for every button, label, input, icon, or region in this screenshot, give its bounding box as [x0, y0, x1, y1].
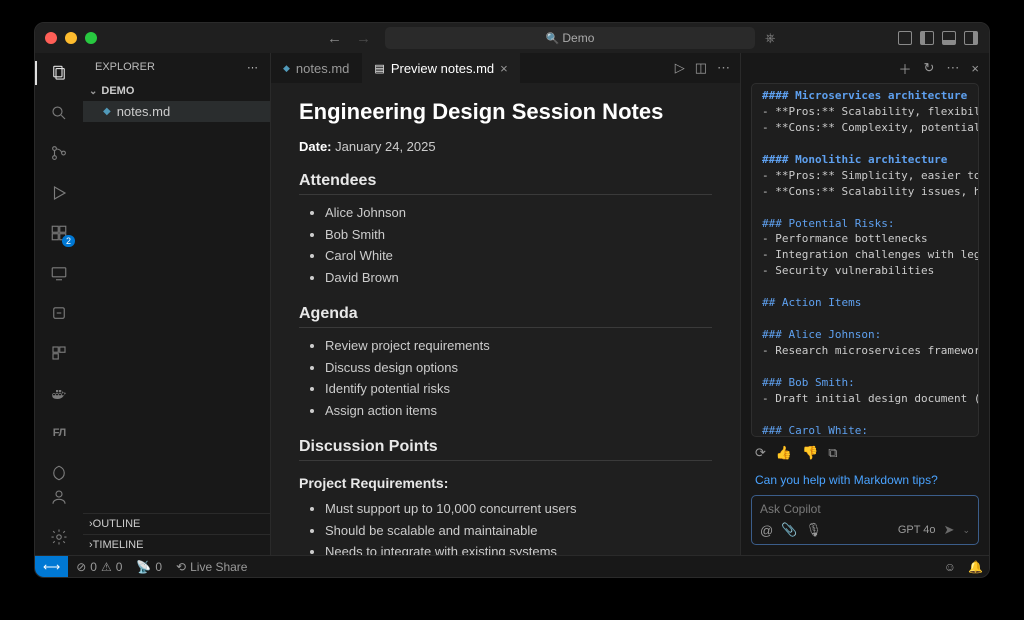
tab-preview-notes[interactable]: ▤ Preview notes.md × [362, 53, 520, 83]
copy-icon[interactable]: ⧉ [828, 445, 837, 461]
live-share-icon[interactable] [47, 461, 71, 485]
extensions-badge: 2 [62, 235, 75, 247]
attendees-list: Alice Johnson Bob Smith Carol White Davi… [325, 203, 712, 287]
status-problems[interactable]: ⊘0 ⚠0 [76, 560, 122, 574]
chevron-down-icon: ⌄ [89, 86, 97, 97]
new-chat-icon[interactable]: ＋ [898, 59, 911, 78]
titlebar: ← → 🔍 Demo ⎈ [35, 23, 989, 53]
docker-icon[interactable] [47, 381, 71, 405]
refresh-icon[interactable]: ⟳ [755, 445, 766, 461]
nav-back-icon[interactable]: ← [327, 30, 342, 47]
send-icon[interactable]: ➤ [944, 522, 955, 538]
remote-explorer-icon[interactable] [47, 261, 71, 285]
split-editor-icon[interactable]: ◫ [695, 60, 707, 76]
thumbs-down-icon[interactable]: 👎 [802, 445, 818, 461]
mention-icon[interactable]: @ [760, 523, 773, 538]
chat-suggestion[interactable]: Can you help with Markdown tips? [741, 469, 989, 491]
outline-section[interactable]: › OUTLINE [83, 513, 270, 534]
timeline-section[interactable]: › TIMELINE [83, 534, 270, 555]
copilot-panel: ＋ ↻ ⋯ × #### Microservices architecture … [741, 53, 989, 555]
agenda-list: Review project requirements Discuss desi… [325, 336, 712, 420]
status-ports[interactable]: 📡0 [136, 560, 162, 574]
history-icon[interactable]: ↻ [924, 60, 935, 76]
attendees-heading: Attendees [299, 172, 712, 195]
activity-bar: 2 FЛ [35, 53, 83, 555]
run-debug-icon[interactable] [47, 181, 71, 205]
status-live-share[interactable]: ⟲Live Share [176, 560, 247, 574]
remote-indicator[interactable]: ⟷ [35, 556, 68, 578]
figma-icon[interactable]: FЛ [47, 421, 71, 445]
ports-icon: 📡 [136, 560, 151, 574]
error-icon: ⊘ [76, 560, 86, 574]
markdown-file-icon: ◆ [283, 63, 290, 74]
toggle-sidebar-left-icon[interactable] [919, 30, 935, 46]
status-bar: ⟷ ⊘0 ⚠0 📡0 ⟲Live Share ☺ 🔔 [35, 555, 989, 577]
extensions-icon[interactable]: 2 [47, 221, 71, 245]
project-folder[interactable]: ⌄ DEMO [83, 81, 270, 101]
chat-code-preview: #### Microservices architecture - **Pros… [751, 83, 979, 437]
mic-icon[interactable]: 🎙 [805, 522, 822, 538]
chat-more-icon[interactable]: ⋯ [946, 60, 959, 76]
more-actions-icon[interactable]: ⋯ [717, 60, 730, 76]
markdown-preview[interactable]: Engineering Design Session Notes Date: J… [271, 83, 740, 555]
layout-customize-icon[interactable] [897, 30, 913, 46]
containers-icon[interactable] [47, 341, 71, 365]
copilot-icon[interactable]: ⎈ [765, 30, 775, 46]
agenda-heading: Agenda [299, 305, 712, 328]
file-notes-md[interactable]: ◆ notes.md [83, 101, 270, 122]
settings-gear-icon[interactable] [47, 525, 71, 549]
sidebar-title: EXPLORER [95, 61, 155, 73]
window-close[interactable] [45, 32, 57, 44]
command-center[interactable]: 🔍 Demo [385, 27, 755, 49]
toggle-sidebar-right-icon[interactable] [963, 30, 979, 46]
warning-icon: ⚠ [101, 560, 112, 574]
explorer-sidebar: EXPLORER ⋯ ⌄ DEMO ◆ notes.md › OUTLINE ›… [83, 53, 271, 555]
preview-icon: ▤ [374, 62, 384, 75]
search-icon[interactable] [47, 101, 71, 125]
editor-tabs: ◆ notes.md ▤ Preview notes.md × ▷ ◫ ⋯ [271, 53, 740, 83]
nav-forward-icon[interactable]: → [356, 30, 371, 47]
chat-input[interactable]: Ask Copilot @ 📎 🎙 GPT 4o ➤ ⌄ [751, 495, 979, 545]
requirements-heading: Project Requirements: [299, 475, 712, 491]
run-icon[interactable]: ▷ [675, 60, 685, 76]
model-selector[interactable]: GPT 4o [898, 524, 936, 536]
notifications-icon[interactable]: 🔔 [968, 560, 983, 574]
testing-icon[interactable] [47, 301, 71, 325]
markdown-file-icon: ◆ [103, 106, 111, 117]
attach-icon[interactable]: 📎 [781, 522, 797, 538]
live-share-icon: ⟲ [176, 560, 186, 574]
source-control-icon[interactable] [47, 141, 71, 165]
accounts-icon[interactable] [47, 485, 71, 509]
sidebar-more-icon[interactable]: ⋯ [247, 61, 258, 74]
remote-icon: ⟷ [43, 560, 60, 574]
discussion-heading: Discussion Points [299, 438, 712, 461]
close-icon[interactable]: × [500, 61, 508, 76]
thumbs-up-icon[interactable]: 👍 [776, 445, 792, 461]
doc-title: Engineering Design Session Notes [299, 99, 712, 125]
toggle-panel-icon[interactable] [941, 30, 957, 46]
feedback-icon[interactable]: ☺ [944, 560, 956, 574]
window-title: Demo [562, 31, 594, 45]
window-minimize[interactable] [65, 32, 77, 44]
tab-source-notes[interactable]: ◆ notes.md [271, 53, 362, 83]
window-maximize[interactable] [85, 32, 97, 44]
close-chat-icon[interactable]: × [971, 61, 979, 76]
explorer-icon[interactable] [47, 61, 71, 85]
send-dropdown-icon[interactable]: ⌄ [962, 525, 970, 536]
